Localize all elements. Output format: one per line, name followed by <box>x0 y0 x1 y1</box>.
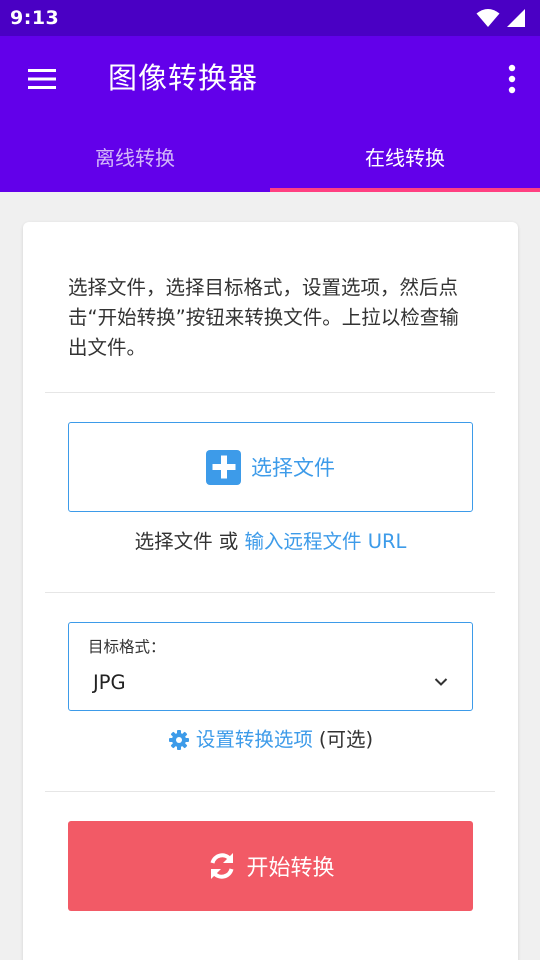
divider <box>45 592 495 593</box>
file-source-line: 选择文件 或 输入远程文件 URL <box>23 528 518 556</box>
start-convert-label: 开始转换 <box>246 856 335 881</box>
optional-text: (可选) <box>318 728 374 751</box>
options-line: 设置转换选项 (可选) <box>23 726 518 754</box>
conversion-options-link[interactable]: 设置转换选项 <box>196 726 313 754</box>
tab-online-convert[interactable]: 在线转换 <box>270 120 540 192</box>
tab-bar: 离线转换 在线转换 <box>0 120 540 192</box>
choose-file-button[interactable]: 选择文件 <box>68 422 473 512</box>
app-title: 图像转换器 <box>108 61 259 95</box>
target-format-value: JPG <box>93 671 126 694</box>
status-time: 9:13 <box>10 7 60 29</box>
wifi-icon <box>476 9 500 27</box>
gear-icon <box>168 730 189 750</box>
target-format-select[interactable]: 目标格式： JPG <box>68 622 473 711</box>
more-vert-icon[interactable] <box>504 62 520 96</box>
plus-icon <box>206 449 241 485</box>
app-bar: 图像转换器 <box>0 36 540 120</box>
instructions-text: 选择文件，选择目标格式，设置选项，然后点击“开始转换”按钮来转换文件。上拉以检查… <box>68 276 459 359</box>
status-icons <box>476 8 526 28</box>
signal-icon <box>507 9 525 27</box>
chevron-down-icon <box>434 678 448 686</box>
divider <box>45 791 495 792</box>
choose-file-text: 选择文件 <box>134 530 213 553</box>
menu-icon[interactable] <box>24 64 60 94</box>
tab-offline-convert[interactable]: 离线转换 <box>0 120 270 192</box>
or-text: 或 <box>218 530 239 553</box>
remote-url-link[interactable]: 输入远程文件 URL <box>245 530 407 553</box>
sync-icon <box>211 853 234 879</box>
converter-card: 选择文件，选择目标格式，设置选项，然后点击“开始转换”按钮来转换文件。上拉以检查… <box>23 222 518 960</box>
divider <box>45 392 495 393</box>
start-convert-button[interactable]: 开始转换 <box>68 821 473 911</box>
choose-file-button-label: 选择文件 <box>251 456 335 480</box>
status-bar: 9:13 <box>0 0 540 36</box>
target-format-label: 目标格式： <box>88 638 166 656</box>
